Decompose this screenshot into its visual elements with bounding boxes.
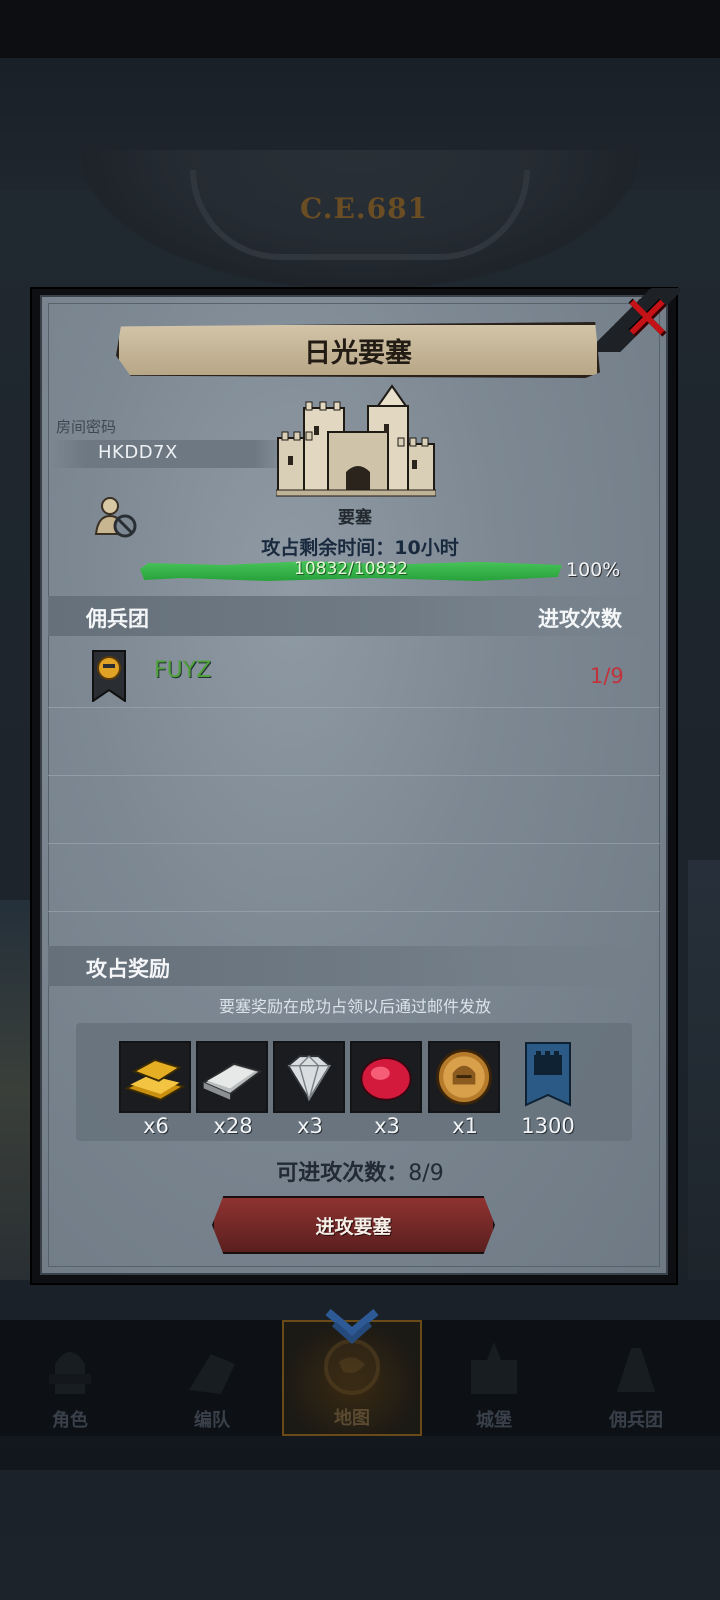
reward-header-label: 攻占奖励 [86,957,170,981]
reward-item-gold[interactable] [119,1041,191,1113]
nav-label: 城堡 [476,1410,512,1431]
reward-item-diamond[interactable] [273,1041,345,1113]
remaining-attacks-label: 可进攻次数： [276,1161,409,1186]
mercenary-banner-icon [92,650,126,702]
reward-qty: x3 [374,1114,400,1138]
nav-item-mercenary[interactable]: 佣兵团 [566,1320,706,1436]
dialog-title: 日光要塞 [304,337,412,369]
nav-label: 编队 [194,1410,230,1431]
occupy-time-value: 10小时 [394,537,459,559]
nav-label: 佣兵团 [609,1410,663,1431]
reward-item-helmet[interactable] [428,1041,500,1113]
attack-button-label: 进攻要塞 [315,1215,392,1238]
close-button[interactable]: ✕ [618,284,676,354]
fortress-image [276,384,436,497]
reward-item-iron[interactable] [196,1041,268,1113]
nav-item-formation[interactable]: 编队 [142,1320,282,1436]
occupy-time: 攻占剩余时间：10小时 [240,533,480,560]
mercenary-icon [617,1348,655,1392]
era-label: C.E.681 [300,192,429,225]
list-divider [48,911,660,912]
formation-icon [189,1354,235,1394]
remaining-attacks: 可进攻次数：8/9 [200,1155,520,1187]
castle-icon [471,1342,517,1394]
nav-label: 地图 [334,1408,370,1429]
mercenary-attack-count: 1/9 [590,664,624,688]
private-room-icon[interactable] [92,494,138,540]
fortress-banner-icon [525,1042,571,1107]
remaining-attacks-value: 8/9 [408,1161,444,1186]
room-password-value: HKDD7X [98,442,178,463]
mercenary-name: FUYZ [154,658,212,683]
attack-fortress-button[interactable]: 进攻要塞 [212,1196,495,1254]
reward-qty: x1 [452,1114,478,1138]
fortress-hp-text: 10832/10832 [294,559,408,579]
ruby-icon [360,1057,412,1101]
reward-note: 要塞奖励在成功占领以后通过邮件发放 [218,997,491,1016]
iron-bar-icon [201,1062,263,1100]
gold-bar-icon [124,1058,186,1101]
background-right-strip [688,860,720,1280]
list-divider [48,707,660,708]
nav-item-castle[interactable]: 城堡 [424,1320,564,1436]
reward-section-header: 攻占奖励 [48,946,660,986]
reward-qty: 1300 [521,1114,575,1138]
chevron-down-icon [325,1308,379,1345]
helmet-medal-icon [436,1049,492,1105]
nav-item-character[interactable]: 角色 [0,1320,140,1436]
fortress-label: 要塞 [338,508,372,528]
reward-item-fortress-banner[interactable] [512,1041,584,1113]
list-divider [48,775,660,776]
attack-count-header-label: 进攻次数 [538,607,622,631]
room-password-label: 房间密码 [56,418,117,436]
mercenary-row[interactable]: FUYZ 1/9 [48,640,660,706]
mercenary-header-label: 佣兵团 [86,607,149,631]
diamond-icon [286,1055,332,1102]
fortress-hp-percent: 100% [566,559,621,581]
mercenary-section-header: 佣兵团 进攻次数 [48,596,660,636]
occupy-time-label: 攻占剩余时间： [261,537,395,559]
close-x-icon: ✕ [621,284,673,354]
nav-label: 角色 [52,1410,88,1431]
reward-item-ruby[interactable] [350,1041,422,1113]
list-divider [48,843,660,844]
dialog-title-banner: 日光要塞 [116,322,600,378]
knight-icon [49,1352,91,1394]
background-left-strip [0,900,32,1280]
